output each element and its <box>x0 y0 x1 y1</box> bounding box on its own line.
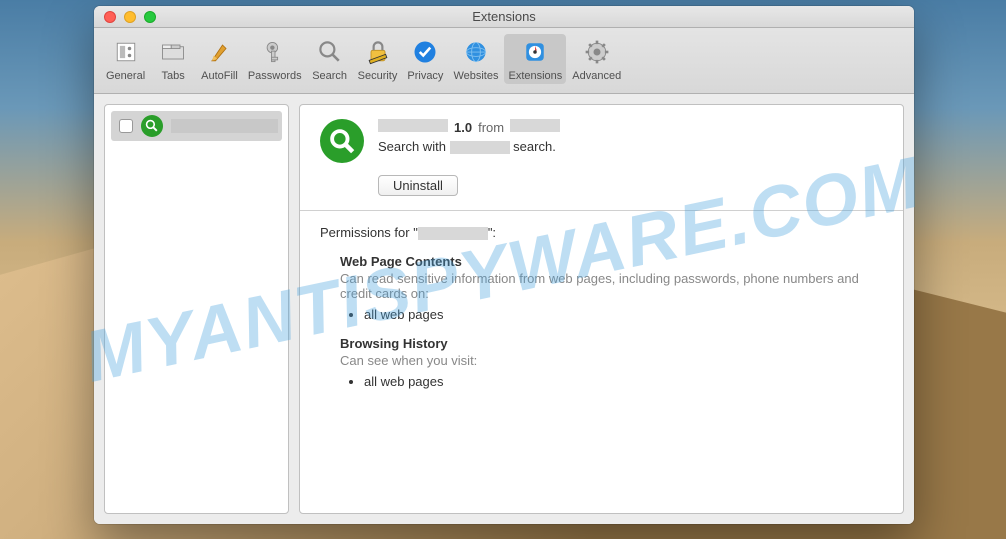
privacy-icon <box>409 36 441 68</box>
permissions-name-redacted <box>418 227 488 240</box>
permission-heading: Browsing History <box>340 336 883 351</box>
extension-icon <box>141 115 163 137</box>
extension-list-item[interactable] <box>111 111 282 141</box>
toolbar-advanced[interactable]: Advanced <box>568 34 625 84</box>
preferences-window: Extensions General Tabs AutoFill Passwor… <box>94 6 914 524</box>
toolbar-passwords[interactable]: Passwords <box>244 34 306 84</box>
permission-group: Web Page Contents Can read sensitive inf… <box>340 254 883 322</box>
window-title: Extensions <box>94 9 914 24</box>
toolbar-label: Privacy <box>407 70 443 82</box>
permission-group: Browsing History Can see when you visit:… <box>340 336 883 389</box>
toolbar-autofill[interactable]: AutoFill <box>197 34 242 84</box>
toolbar-label: Advanced <box>572 70 621 82</box>
toolbar-privacy[interactable]: Privacy <box>403 34 447 84</box>
security-icon <box>362 36 394 68</box>
toolbar-general[interactable]: General <box>102 34 149 84</box>
from-label: from <box>478 120 504 135</box>
permissions-title: Permissions for "": <box>320 225 883 240</box>
extension-detail: 1.0 from Search with search. Uninstall <box>299 104 904 514</box>
permission-description: Can see when you visit: <box>340 353 883 368</box>
uninstall-button[interactable]: Uninstall <box>378 175 458 196</box>
toolbar-label: Search <box>312 70 347 82</box>
general-icon <box>110 36 142 68</box>
toolbar-label: Tabs <box>162 70 185 82</box>
permissions-section: Permissions for "": Web Page Contents Ca… <box>300 211 903 403</box>
zoom-icon[interactable] <box>144 11 156 23</box>
toolbar-label: Security <box>358 70 398 82</box>
search-icon <box>314 36 346 68</box>
close-icon[interactable] <box>104 11 116 23</box>
extensions-sidebar <box>104 104 289 514</box>
tabs-icon <box>157 36 189 68</box>
permission-list-item: all web pages <box>364 307 883 322</box>
extension-vendor-redacted <box>510 119 560 132</box>
window-controls <box>94 11 156 23</box>
extension-name-redacted <box>378 119 448 132</box>
websites-icon <box>460 36 492 68</box>
toolbar: General Tabs AutoFill Passwords Search <box>94 28 914 94</box>
permission-list: all web pages <box>364 374 883 389</box>
extensions-icon <box>519 36 551 68</box>
extension-name-redacted <box>171 119 278 133</box>
extension-description: Search with search. <box>378 139 883 154</box>
toolbar-label: Extensions <box>508 70 562 82</box>
permission-description: Can read sensitive information from web … <box>340 271 883 301</box>
advanced-icon <box>581 36 613 68</box>
passwords-icon <box>259 36 291 68</box>
extension-enable-checkbox[interactable] <box>119 119 133 133</box>
toolbar-tabs[interactable]: Tabs <box>151 34 195 84</box>
toolbar-label: General <box>106 70 145 82</box>
toolbar-websites[interactable]: Websites <box>449 34 502 84</box>
toolbar-extensions[interactable]: Extensions <box>504 34 566 84</box>
permission-list: all web pages <box>364 307 883 322</box>
toolbar-label: AutoFill <box>201 70 238 82</box>
extension-version: 1.0 <box>454 120 472 135</box>
toolbar-search[interactable]: Search <box>308 34 352 84</box>
toolbar-label: Passwords <box>248 70 302 82</box>
content-area: 1.0 from Search with search. Uninstall <box>94 94 914 524</box>
extension-title-row: 1.0 from <box>378 119 883 135</box>
toolbar-label: Websites <box>453 70 498 82</box>
extension-desc-redacted <box>450 141 510 154</box>
minimize-icon[interactable] <box>124 11 136 23</box>
autofill-icon <box>203 36 235 68</box>
toolbar-security[interactable]: Security <box>354 34 402 84</box>
permission-list-item: all web pages <box>364 374 883 389</box>
titlebar[interactable]: Extensions <box>94 6 914 28</box>
extension-detail-icon <box>320 119 364 163</box>
permission-heading: Web Page Contents <box>340 254 883 269</box>
